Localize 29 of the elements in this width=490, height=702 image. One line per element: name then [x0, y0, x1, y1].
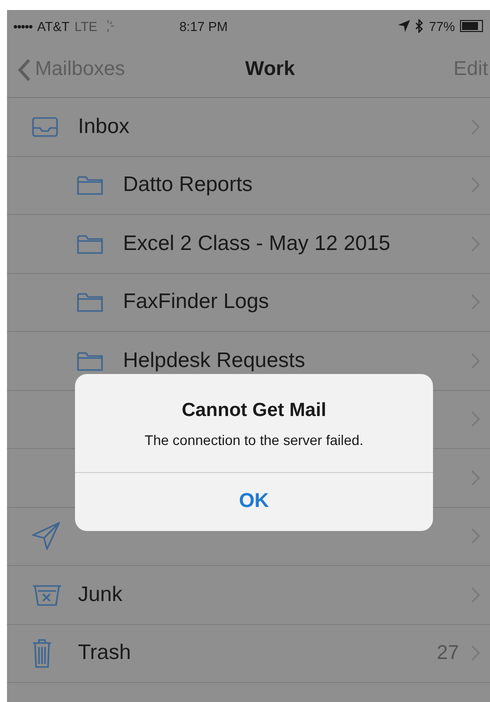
folder-icon [77, 234, 103, 254]
mailbox-label[interactable]: FaxFinder Logs [123, 290, 269, 314]
folder-icon [77, 175, 103, 196]
mailbox-label[interactable]: Trash [78, 641, 131, 666]
alert-message: The connection to the server failed. [144, 432, 364, 448]
location-icon [398, 20, 410, 32]
folder-icon [77, 350, 103, 371]
battery-icon [460, 20, 484, 32]
signal-dots: ●●●●● [13, 22, 32, 30]
network-type: LTE [74, 18, 98, 34]
ok-button[interactable]: OK [75, 472, 433, 531]
folder-icon [77, 292, 103, 312]
paper-plane-icon [32, 522, 60, 550]
junk-bin-icon [32, 584, 62, 606]
bluetooth-icon [414, 19, 424, 33]
back-chevron-icon [17, 58, 31, 82]
mailbox-label[interactable]: Helpdesk Requests [123, 348, 306, 373]
message-count: 27 [436, 642, 459, 665]
mailbox-label[interactable]: Inbox [78, 114, 130, 139]
inbox-tray-icon [32, 116, 58, 137]
mailbox-label[interactable]: Datto Reports [123, 173, 253, 198]
battery-percent: 77% [428, 18, 455, 34]
carrier: AT&T [37, 18, 70, 34]
trash-icon [32, 638, 52, 668]
mailbox-label[interactable]: Junk [78, 582, 122, 607]
clock: 8:17 PM [179, 18, 228, 34]
nav-title: Work [244, 58, 296, 81]
alert-title: Cannot Get Mail [180, 400, 328, 422]
mailbox-label[interactable]: Excel 2 Class - May 12 2015 [123, 232, 390, 256]
